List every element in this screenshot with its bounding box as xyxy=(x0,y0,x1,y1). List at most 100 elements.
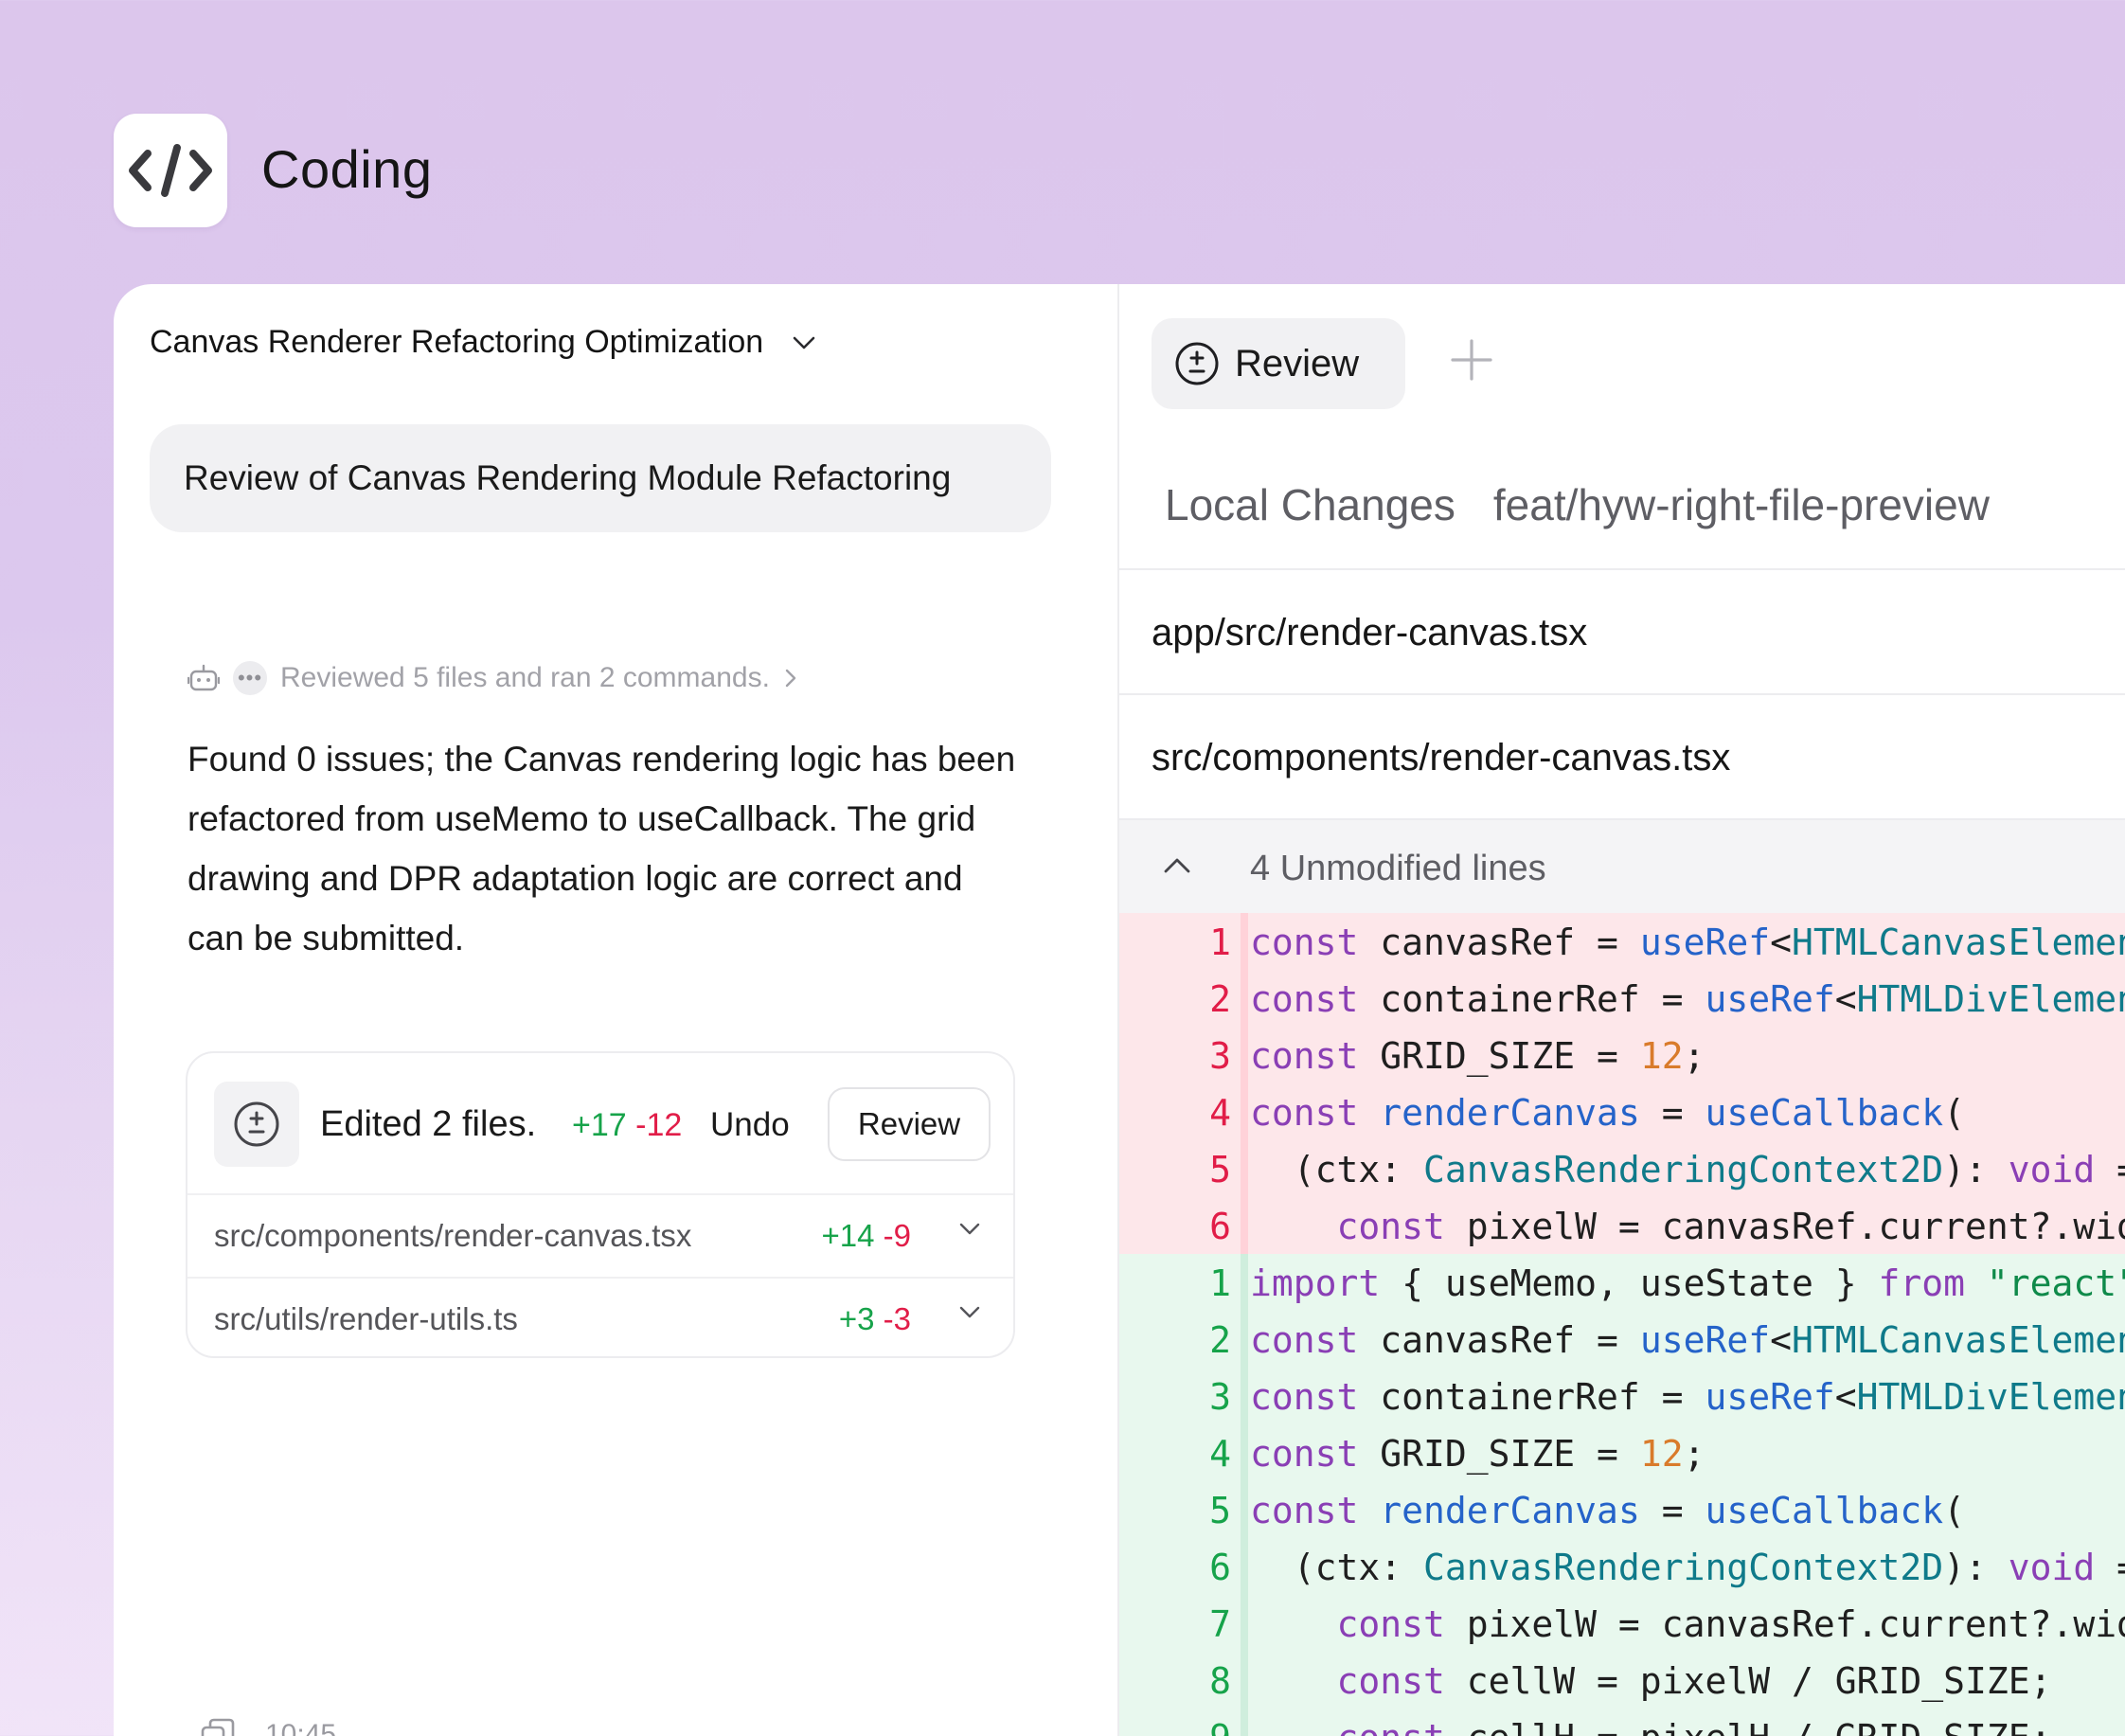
chat-panel: Canvas Renderer Refactoring Optimization… xyxy=(114,284,1117,1736)
code-text: (ctx: CanvasRenderingContext2D): void =>… xyxy=(1250,1149,2125,1190)
session-selector[interactable]: Canvas Renderer Refactoring Optimization xyxy=(150,324,816,361)
copy-icon[interactable] xyxy=(199,1716,237,1736)
deleted-code-line: 1 const canvasRef = useRef<HTMLCanvasElem… xyxy=(1119,913,2125,970)
undo-button[interactable]: Undo xyxy=(710,1106,790,1144)
deleted-code-line: 4 const renderCanvas = useCallback( xyxy=(1119,1083,2125,1140)
code-text: const canvasRef = useRef<HTMLCanvasEleme… xyxy=(1250,922,2125,963)
edit-icon-box xyxy=(214,1082,299,1167)
line-number: 2 xyxy=(1209,978,1231,1020)
diff-gutter xyxy=(1241,1140,1248,1197)
edits-card: Edited 2 files. +17 -12 Undo Review src/… xyxy=(186,1051,1015,1358)
file-path-row[interactable]: app/src/render-canvas.tsx xyxy=(1152,612,1587,654)
added-code-line: 9 const cellH = pixelH / GRID_SIZE; xyxy=(1119,1709,2125,1736)
diff-gutter xyxy=(1241,1595,1248,1652)
robot-icon xyxy=(188,664,220,691)
message-footer: 10:45 xyxy=(199,1716,336,1736)
diff-gutter xyxy=(1241,1197,1248,1254)
chevron-down-icon[interactable] xyxy=(958,1305,981,1320)
line-number: 1 xyxy=(1209,1262,1231,1304)
app-icon xyxy=(114,114,227,227)
edited-counts: +17 -12 xyxy=(572,1107,682,1144)
add-tab-icon[interactable] xyxy=(1449,337,1494,383)
branch-tabs: Local Changes feat/hyw-right-file-previe… xyxy=(1165,479,1990,530)
diff-code: 1 const canvasRef = useRef<HTMLCanvasElem… xyxy=(1119,913,2125,1736)
file-path-row[interactable]: src/components/render-canvas.tsx xyxy=(1152,737,1730,779)
line-number: 1 xyxy=(1209,922,1231,963)
deleted-code-line: 2 const containerRef = useRef<HTMLDivElem… xyxy=(1119,970,2125,1027)
edited-file-counts: +14 -9 xyxy=(822,1218,912,1254)
user-message: Review of Canvas Rendering Module Refact… xyxy=(150,424,1051,532)
deleted-code-line: 5 (ctx: CanvasRenderingContext2D): void … xyxy=(1119,1140,2125,1197)
code-text: const canvasRef = useRef<HTMLCanvasEleme… xyxy=(1250,1319,2125,1361)
assistant-answer: Found 0 issues; the Canvas rendering log… xyxy=(188,740,1016,957)
added-code-line: 5 const renderCanvas = useCallback( xyxy=(1119,1481,2125,1538)
line-number: 5 xyxy=(1209,1490,1231,1531)
line-number: 4 xyxy=(1209,1433,1231,1475)
review-panel: Review Local Changes feat/hyw-right-file… xyxy=(1117,284,2125,1736)
diff-gutter xyxy=(1241,1481,1248,1538)
code-text: const pixelW = canvasRef.current?.width xyxy=(1336,1603,2125,1645)
session-title: Canvas Renderer Refactoring Optimization xyxy=(150,324,764,360)
file-removed-count: -3 xyxy=(883,1301,911,1336)
diff-gutter xyxy=(1241,1083,1248,1140)
line-number: 9 xyxy=(1119,1717,1231,1736)
edits-header: Edited 2 files. +17 -12 Undo Review xyxy=(188,1053,1013,1195)
line-number: 5 xyxy=(1209,1149,1231,1190)
edited-file-path: src/components/render-canvas.tsx xyxy=(214,1218,692,1253)
code-text: const pixelW = canvasRef.current?.width xyxy=(1336,1206,2125,1247)
edited-file-row[interactable]: src/utils/render-utils.ts +3 -3 xyxy=(188,1277,1013,1358)
tab-review[interactable]: Review xyxy=(1152,318,1405,409)
added-code-line: 8 const cellW = pixelW / GRID_SIZE; xyxy=(1119,1652,2125,1709)
deleted-code-line: 6 const pixelW = canvasRef.current?.widt… xyxy=(1119,1197,2125,1254)
code-text: const containerRef = useRef<HTMLDivEleme… xyxy=(1250,1376,2125,1418)
chevron-right-icon xyxy=(785,669,796,688)
more-dots-icon: ••• xyxy=(233,661,267,695)
diff-gutter xyxy=(1241,913,1248,970)
unmodified-lines-label: 4 Unmodified lines xyxy=(1250,849,1546,888)
code-text: (ctx: CanvasRenderingContext2D): void =>… xyxy=(1250,1547,2125,1588)
chevron-down-icon xyxy=(793,336,815,349)
app-title: Coding xyxy=(261,139,433,199)
code-text: const renderCanvas = useCallback( xyxy=(1250,1092,1966,1134)
file-added-count: +3 xyxy=(838,1301,875,1336)
unmodified-lines-toggle[interactable]: 4 Unmodified lines xyxy=(1119,818,2125,913)
code-brackets-icon xyxy=(129,144,212,197)
edited-file-counts: +3 -3 xyxy=(839,1301,911,1337)
tab-local-changes[interactable]: Local Changes xyxy=(1165,479,1455,530)
code-text: const cellW = pixelW / GRID_SIZE; xyxy=(1336,1660,2052,1702)
line-number: 6 xyxy=(1209,1206,1231,1247)
message-timestamp: 10:45 xyxy=(265,1719,337,1736)
diff-gutter xyxy=(1241,1709,1248,1736)
divider xyxy=(1119,568,2125,570)
diff-gutter xyxy=(1241,1538,1248,1595)
tab-review-label: Review xyxy=(1235,342,1360,385)
code-text: import { useMemo, useState } from "react… xyxy=(1250,1262,2125,1304)
diff-gutter xyxy=(1241,970,1248,1027)
plus-minus-icon xyxy=(1175,342,1219,385)
diff-gutter xyxy=(1241,1311,1248,1368)
line-number: 2 xyxy=(1209,1319,1231,1361)
deleted-code-line: 3 const GRID_SIZE = 12; xyxy=(1119,1027,2125,1083)
code-text: const containerRef = useRef<HTMLDivEleme… xyxy=(1250,978,2125,1020)
code-text: const GRID_SIZE = 12; xyxy=(1250,1035,1705,1077)
user-message-text: Review of Canvas Rendering Module Refact… xyxy=(184,458,952,497)
chevron-down-icon[interactable] xyxy=(958,1222,981,1237)
diff-gutter xyxy=(1241,1652,1248,1709)
review-button[interactable]: Review xyxy=(828,1087,991,1161)
tab-branch[interactable]: feat/hyw-right-file-preview xyxy=(1493,479,1990,530)
activity-summary[interactable]: ••• Reviewed 5 files and ran 2 commands. xyxy=(188,661,798,695)
diff-gutter xyxy=(1241,1027,1248,1083)
plus-minus-icon xyxy=(234,1101,279,1147)
diff-gutter xyxy=(1241,1254,1248,1311)
edited-file-row[interactable]: src/components/render-canvas.tsx +14 -9 xyxy=(188,1195,1013,1277)
edited-summary: Edited 2 files. xyxy=(320,1104,537,1144)
added-code-line: 3 const containerRef = useRef<HTMLDivElem… xyxy=(1119,1368,2125,1424)
diff-gutter xyxy=(1241,1368,1248,1424)
code-text: const GRID_SIZE = 12; xyxy=(1250,1433,1705,1475)
added-code-line: 6 (ctx: CanvasRenderingContext2D): void … xyxy=(1119,1538,2125,1595)
line-number: 3 xyxy=(1209,1376,1231,1418)
activity-text: Reviewed 5 files and ran 2 commands. xyxy=(280,662,770,693)
line-number: 8 xyxy=(1209,1660,1231,1702)
added-code-line: 7 const pixelW = canvasRef.current?.widt… xyxy=(1119,1595,2125,1652)
removed-count: -12 xyxy=(635,1107,683,1143)
